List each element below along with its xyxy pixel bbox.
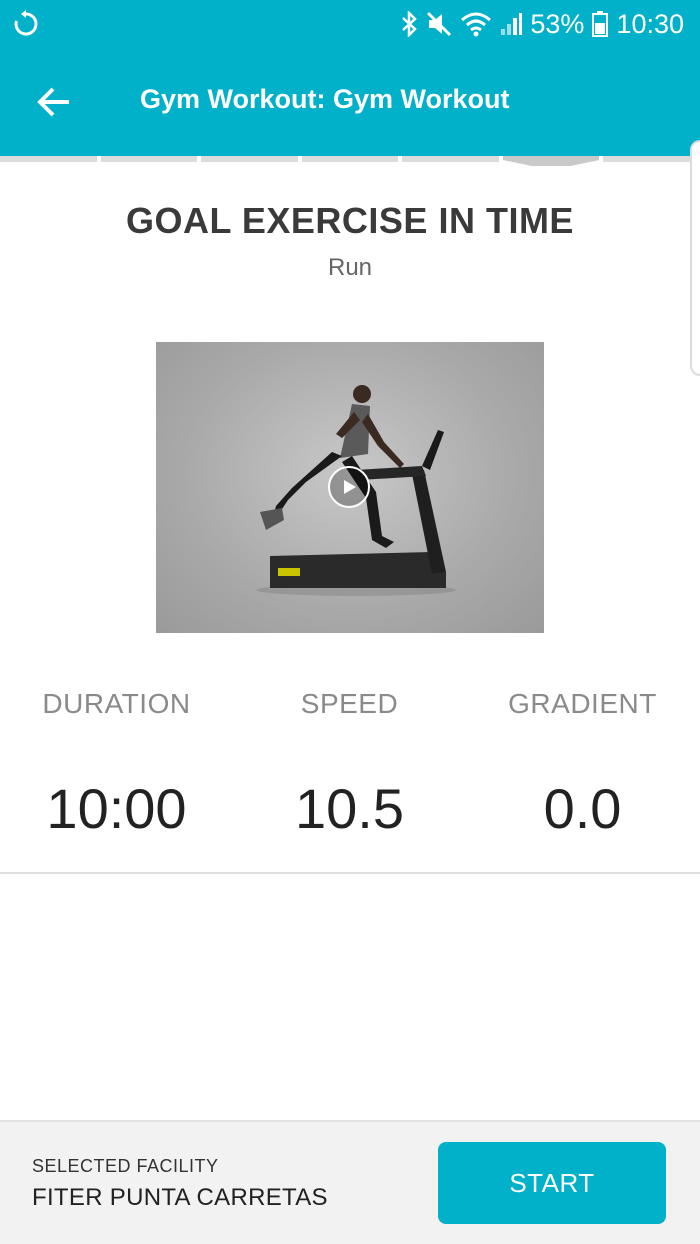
wifi-icon bbox=[460, 11, 492, 37]
battery-percent: 53% bbox=[530, 8, 585, 39]
footer-bar: SELECTED FACILITY FITER PUNTA CARRETAS S… bbox=[0, 1120, 700, 1244]
exercise-title: GOAL EXERCISE IN TIME bbox=[126, 200, 574, 241]
exercise-video[interactable] bbox=[156, 342, 544, 633]
back-button[interactable] bbox=[26, 76, 82, 128]
facility-name[interactable]: FITER PUNTA CARRETAS bbox=[32, 1184, 328, 1212]
stat-gradient: GRADIENT 0.0 bbox=[466, 680, 699, 841]
mute-icon bbox=[426, 11, 452, 37]
facility-label: SELECTED FACILITY bbox=[32, 1156, 219, 1176]
stat-speed: SPEED 10.5 bbox=[233, 680, 466, 841]
stat-label: SPEED bbox=[300, 688, 399, 719]
page-title: Gym Workout: Gym Workout bbox=[140, 84, 510, 114]
screen: 53% 10:30 Gym Workout: Gym Workout GOAL … bbox=[0, 0, 700, 1244]
status-bar: 53% 10:30 bbox=[0, 0, 700, 48]
stat-value: 10.5 bbox=[295, 777, 404, 840]
divider bbox=[0, 872, 700, 874]
stat-label: GRADIENT bbox=[508, 688, 657, 719]
stat-value: 10:00 bbox=[46, 777, 187, 840]
step-segment-active bbox=[502, 156, 600, 166]
signal-icon bbox=[500, 11, 523, 37]
start-button[interactable]: START bbox=[438, 1142, 666, 1224]
status-time: 10:30 bbox=[616, 8, 684, 39]
stat-duration: DURATION 10:00 bbox=[0, 680, 233, 841]
play-button[interactable] bbox=[328, 466, 370, 508]
stat-value: 0.0 bbox=[543, 777, 622, 840]
step-indicator bbox=[0, 156, 700, 166]
status-icons: 53% 10:30 bbox=[400, 8, 684, 40]
exercise-subtitle: Run bbox=[327, 254, 373, 281]
exercise-stats: DURATION 10:00 SPEED 10.5 GRADIENT 0.0 bbox=[0, 680, 700, 870]
stat-label: DURATION bbox=[42, 688, 191, 719]
arrow-left-icon bbox=[37, 87, 69, 117]
play-icon bbox=[344, 480, 356, 494]
sync-icon bbox=[12, 10, 40, 38]
step-segment bbox=[100, 156, 198, 162]
step-segment bbox=[201, 156, 298, 162]
step-segment bbox=[402, 156, 499, 162]
app-bar: Gym Workout: Gym Workout bbox=[0, 48, 700, 156]
step-segment bbox=[0, 156, 97, 162]
step-segment bbox=[603, 156, 700, 162]
battery-icon bbox=[592, 11, 609, 37]
step-segment bbox=[301, 156, 399, 162]
bluetooth-icon bbox=[400, 11, 418, 37]
